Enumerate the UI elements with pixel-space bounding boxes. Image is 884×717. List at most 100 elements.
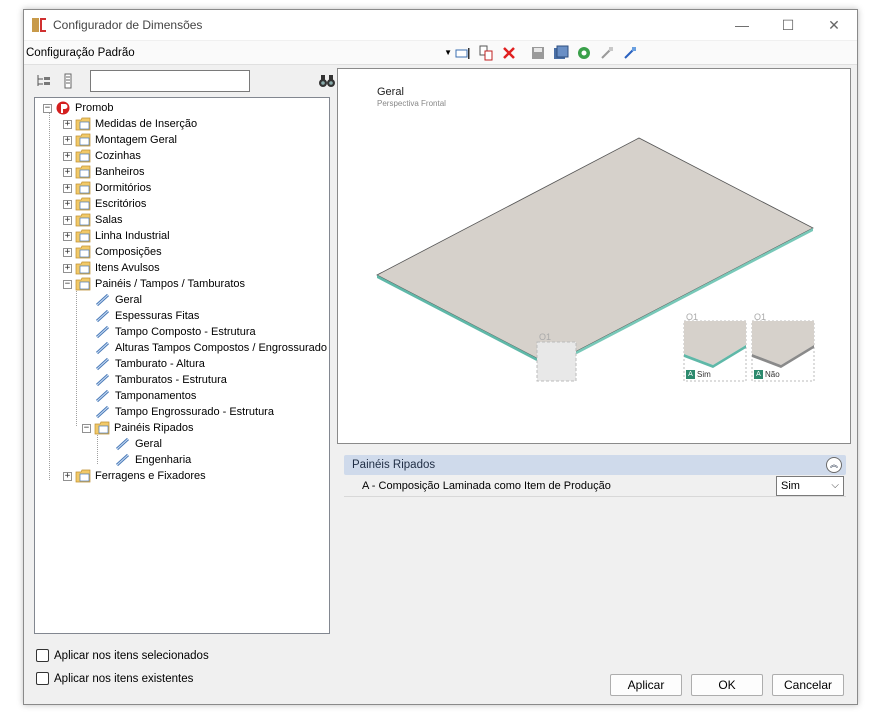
configuration-select[interactable]: Configuração Padrão ▼ [26, 44, 452, 62]
dimension-icon [95, 373, 111, 387]
delete-icon[interactable] [500, 44, 518, 62]
settings-icon[interactable] [575, 44, 593, 62]
copy-icon[interactable] [477, 44, 495, 62]
folder-icon [75, 133, 91, 147]
import-icon[interactable] [598, 44, 616, 62]
tree-search-input[interactable] [90, 70, 250, 92]
checkbox-box[interactable] [36, 672, 49, 685]
property-select[interactable]: Sim ⌵ [776, 476, 844, 496]
tree-item[interactable]: + Banheiros [63, 164, 145, 180]
expand-icon[interactable]: + [63, 167, 72, 177]
tree-item[interactable]: + Itens Avulsos [63, 260, 160, 276]
tree-item-label: Linha Industrial [95, 230, 170, 242]
thumb1-label: O1 [686, 312, 699, 322]
tree-item[interactable]: + Cozinhas [63, 148, 141, 164]
tree-item-label: Painéis / Tampos / Tamburatos [95, 278, 246, 290]
save-all-icon[interactable] [552, 44, 570, 62]
folder-open-icon [75, 277, 91, 291]
folder-icon [75, 261, 91, 275]
tree-leaf[interactable]: Tamburatos - Estrutura [95, 372, 227, 388]
export-icon[interactable] [621, 44, 639, 62]
thumb2-caption: A Não [754, 370, 780, 379]
rename-icon[interactable] [454, 44, 472, 62]
apply-selected-checkbox[interactable]: Aplicar nos itens selecionados [36, 649, 209, 662]
tree-item[interactable]: − Painéis Ripados [82, 420, 194, 436]
expand-icon[interactable]: + [63, 151, 72, 161]
close-button[interactable]: ✕ [811, 10, 857, 40]
tree-item-label: Painéis Ripados [114, 422, 194, 434]
tree-item-label: Itens Avulsos [95, 262, 160, 274]
dropdown-arrow-icon[interactable]: ▼ [444, 44, 452, 62]
marker-label: O1 [539, 332, 552, 342]
tree-leaf[interactable]: Tamburato - Altura [95, 356, 205, 372]
maximize-button[interactable]: ☐ [765, 10, 811, 40]
expand-icon[interactable]: + [63, 471, 72, 481]
collapse-icon[interactable]: − [43, 103, 52, 113]
expand-icon[interactable]: + [63, 183, 72, 193]
ok-button[interactable]: OK [691, 674, 763, 696]
list-view-icon[interactable] [60, 73, 76, 89]
tree-item-label: Tampo Engrossurado - Estrutura [115, 406, 274, 418]
tree-root[interactable]: − Promob [43, 100, 114, 116]
tree-view-icon[interactable] [36, 73, 52, 89]
tree-item-label: Espessuras Fitas [115, 310, 200, 322]
preview-panel: Geral Perspectiva Frontal O1 O1 O1 A Sim… [337, 68, 851, 444]
tree-item[interactable]: + Medidas de Inserção [63, 116, 197, 132]
tree-leaf[interactable]: Tamponamentos [95, 388, 196, 404]
tree-leaf[interactable]: Geral [95, 292, 142, 308]
tree-item[interactable]: + Composições [63, 244, 162, 260]
apply-button[interactable]: Aplicar [610, 674, 682, 696]
collapse-icon[interactable]: − [63, 279, 72, 289]
tree-item-label: Cozinhas [95, 150, 141, 162]
tree-item[interactable]: + Salas [63, 212, 123, 228]
badge-icon: A [754, 370, 763, 379]
category-tree[interactable]: − Promob + Medidas de Inserção + Montage… [34, 97, 330, 634]
tree-leaf[interactable]: Alturas Tampos Compostos / Engrossurado [95, 340, 327, 356]
tree-leaf[interactable]: Espessuras Fitas [95, 308, 199, 324]
collapse-chevron-icon[interactable]: ︽ [826, 457, 842, 473]
tree-leaf[interactable]: Tampo Engrossurado - Estrutura [95, 404, 274, 420]
minimize-button[interactable]: — [719, 10, 765, 40]
tree-leaf[interactable]: Engenharia [115, 452, 191, 468]
tree-item-label: Ferragens e Fixadores [95, 470, 206, 482]
expand-icon[interactable]: + [63, 215, 72, 225]
folder-icon [75, 117, 91, 131]
tree-item-label: Salas [95, 214, 123, 226]
configurator-window: Configurador de Dimensões — ☐ ✕ Configur… [23, 9, 858, 705]
expand-icon[interactable]: + [63, 119, 72, 129]
thumb1-text: Sim [697, 370, 711, 379]
panel-drawing [376, 137, 815, 382]
tree-item[interactable]: − Painéis / Tampos / Tamburatos [63, 276, 245, 292]
tree-item[interactable]: + Escritórios [63, 196, 146, 212]
expand-icon[interactable]: + [63, 263, 72, 273]
tree-leaf[interactable]: Geral [115, 436, 162, 452]
tree-leaf[interactable]: Tampo Composto - Estrutura [95, 324, 256, 340]
tree-item[interactable]: + Ferragens e Fixadores [63, 468, 206, 484]
tree-item-label: Tampo Composto - Estrutura [115, 326, 256, 338]
thumb2-label: O1 [754, 312, 767, 322]
chevron-down-icon[interactable]: ⌵ [831, 477, 839, 495]
config-toolbar: Configuração Padrão ▼ [24, 41, 857, 65]
binoculars-icon[interactable] [318, 73, 336, 89]
apply-existing-checkbox[interactable]: Aplicar nos itens existentes [36, 672, 193, 685]
tree-item[interactable]: + Montagem Geral [63, 132, 177, 148]
tree-tools [34, 70, 336, 92]
cancel-button[interactable]: Cancelar [772, 674, 844, 696]
tree-item-label: Geral [135, 438, 162, 450]
section-header[interactable]: Painéis Ripados ︽ [344, 455, 846, 475]
collapse-icon[interactable]: − [82, 423, 91, 433]
property-row: A - Composição Laminada como Item de Pro… [344, 476, 846, 497]
expand-icon[interactable]: + [63, 135, 72, 145]
dimension-icon [115, 437, 131, 451]
expand-icon[interactable]: + [63, 231, 72, 241]
app-icon [31, 17, 47, 33]
expand-icon[interactable]: + [63, 199, 72, 209]
thumb1-caption: A Sim [686, 370, 711, 379]
tree-item[interactable]: + Dormitórios [63, 180, 151, 196]
tree-item[interactable]: + Linha Industrial [63, 228, 170, 244]
checkbox-box[interactable] [36, 649, 49, 662]
save-icon[interactable] [529, 44, 547, 62]
dimension-icon [95, 357, 111, 371]
expand-icon[interactable]: + [63, 247, 72, 257]
window-title: Configurador de Dimensões [53, 18, 203, 32]
